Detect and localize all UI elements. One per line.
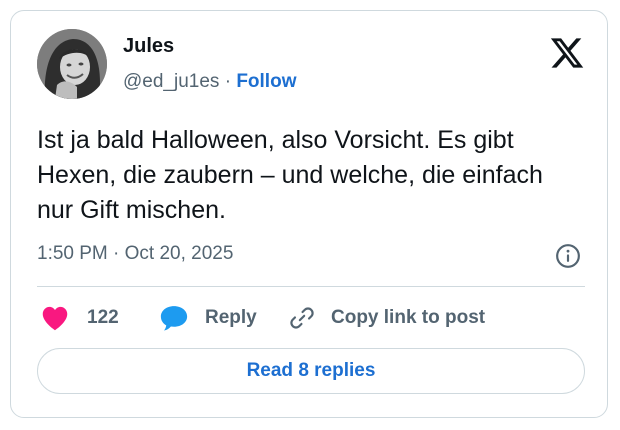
- read-replies-button[interactable]: Read 8 replies: [37, 348, 585, 394]
- tweet-timestamp[interactable]: 1:50 PM · Oct 20, 2025: [37, 243, 233, 265]
- author-name[interactable]: Jules: [123, 35, 174, 58]
- heart-icon: [42, 306, 68, 331]
- handle-separator: ·: [224, 71, 232, 92]
- tweet-text: Ist ja bald Halloween, also Vorsicht. Es…: [37, 126, 543, 224]
- copy-link-label: Copy link to post: [331, 307, 486, 328]
- reply-button[interactable]: Reply: [159, 303, 257, 333]
- reply-label: Reply: [205, 307, 257, 328]
- speech-bubble-icon: [160, 306, 188, 331]
- author-handle-row: @ed_ju1es · Follow: [123, 71, 296, 93]
- divider: [37, 286, 585, 287]
- x-logo-icon[interactable]: [549, 35, 585, 71]
- avatar-photo: [37, 29, 107, 99]
- like-count: 122: [87, 307, 119, 328]
- tweet-card: Jules @ed_ju1es · Follow Ist ja bald Hal…: [10, 10, 608, 418]
- copy-link-button[interactable]: Copy link to post: [289, 303, 485, 333]
- follow-button[interactable]: Follow: [236, 71, 296, 92]
- author-handle[interactable]: @ed_ju1es: [123, 71, 219, 92]
- like-button[interactable]: 122: [41, 303, 119, 333]
- info-icon[interactable]: [555, 243, 581, 269]
- avatar[interactable]: [37, 29, 107, 99]
- link-icon: [290, 307, 314, 329]
